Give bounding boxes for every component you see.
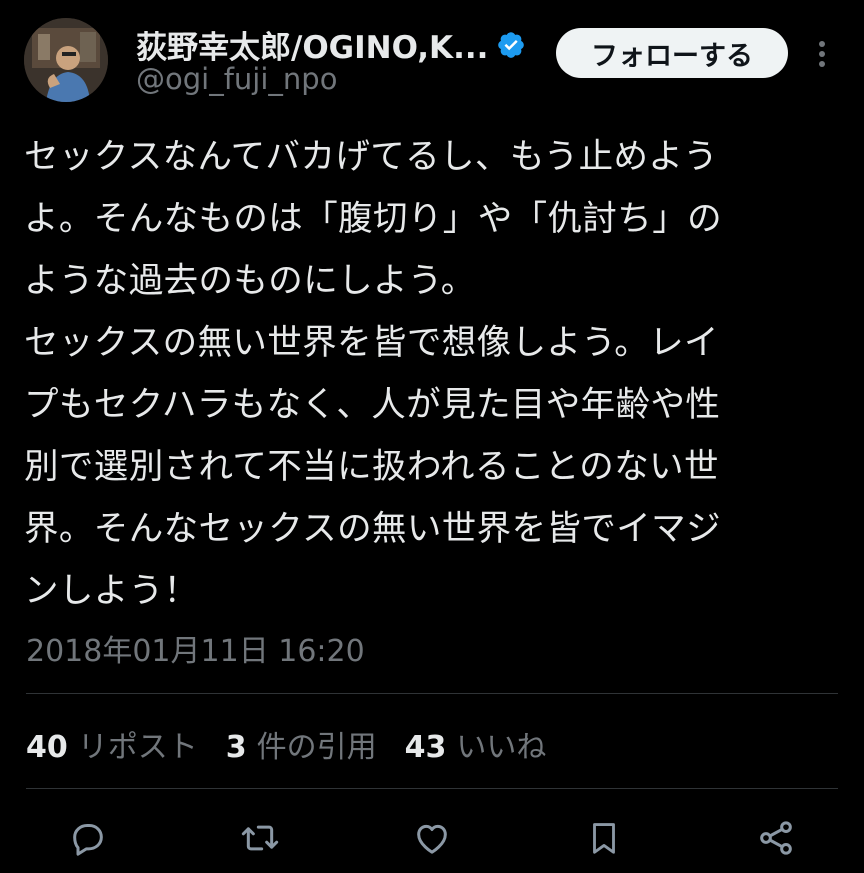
tweet-line: ンしよう！	[24, 571, 199, 611]
tweet-line: ような過去のものにしよう。	[24, 261, 476, 301]
tweet-line: セックスの無い世界を皆で想像しよう。レイ	[24, 323, 719, 363]
reply-icon[interactable]	[66, 816, 110, 860]
quote-label: 件の引用	[256, 730, 377, 765]
quote-count: 3	[225, 730, 247, 765]
name-row: 荻野幸太郎/OGINO,K...	[136, 22, 526, 67]
tweet-timestamp[interactable]: 2018年01月11日 16:20	[26, 626, 365, 670]
verified-badge-icon	[498, 31, 525, 58]
quote-count-link[interactable]: 3 件の引用	[226, 722, 377, 766]
repost-label: リポスト	[77, 730, 198, 765]
bookmark-icon[interactable]	[582, 816, 626, 860]
more-options-icon[interactable]	[808, 36, 836, 72]
repost-count-link[interactable]: 40 リポスト	[26, 722, 198, 766]
tweet-line: プもセクハラもなく、人が見た目や年齢や性	[24, 385, 721, 425]
follow-button[interactable]: フォローする	[556, 28, 788, 78]
repost-count: 40	[26, 730, 68, 765]
tweet-line: よ。そんなものは「腹切り」や「仇討ち」の	[24, 199, 722, 239]
display-name[interactable]: 荻野幸太郎/OGINO,K...	[136, 22, 488, 67]
like-count-link[interactable]: 43 いいね	[405, 722, 547, 766]
tweet-line: 界。そんなセックスの無い世界を皆でイマジ	[24, 509, 721, 549]
repost-icon[interactable]	[238, 816, 282, 860]
divider	[26, 788, 838, 789]
avatar[interactable]	[24, 18, 108, 102]
divider	[26, 693, 838, 694]
like-label: いいね	[456, 730, 547, 765]
action-bar	[0, 808, 864, 868]
user-handle[interactable]: @ogi_fuji_npo	[136, 62, 337, 96]
like-icon[interactable]	[410, 816, 454, 860]
tweet-line: セックスなんてバカげてるし、もう止めよう	[24, 137, 719, 177]
like-count: 43	[404, 730, 447, 765]
tweet-text: セックスなんてバカげてるし、もう止めよう よ。そんなものは「腹切り」や「仇討ち」…	[24, 126, 844, 622]
share-icon[interactable]	[754, 816, 798, 860]
tweet-header: 荻野幸太郎/OGINO,K... @ogi_fuji_npo フォローする	[0, 0, 864, 110]
tweet-line: 別で選別されて不当に扱われることのない世	[24, 447, 719, 487]
engagement-stats: 40 リポスト 3 件の引用 43 いいね	[26, 722, 574, 766]
